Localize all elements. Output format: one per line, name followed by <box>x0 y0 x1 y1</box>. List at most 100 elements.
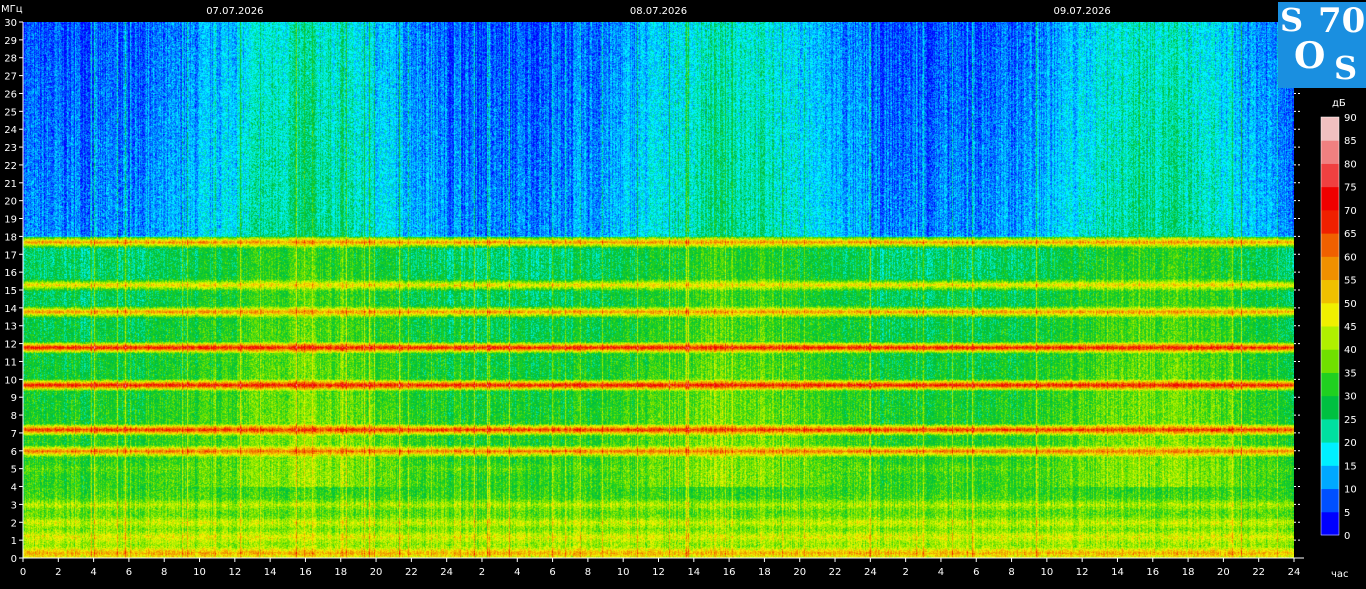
spectrogram-chart: 0123456789101112131415161718192021222324… <box>1 4 1357 580</box>
date-label: 09.07.2026 <box>1054 6 1111 17</box>
colorbar-tick-label: 20 <box>1344 438 1357 449</box>
y-tick-label: 26 <box>4 89 17 100</box>
date-label: 07.07.2026 <box>206 6 263 17</box>
colorbar-tick-label: 15 <box>1344 461 1357 472</box>
y-tick-label: 4 <box>11 483 17 494</box>
y-tick-label: 6 <box>11 447 17 458</box>
logo-letter-s: S <box>1280 1 1304 39</box>
x-tick-label: 24 <box>440 567 453 578</box>
x-tick-label: 8 <box>161 567 167 578</box>
colorbar-tick-label: 30 <box>1344 392 1357 403</box>
x-tick-label: 16 <box>1146 567 1159 578</box>
colorbar-swatch <box>1321 442 1339 466</box>
x-tick-label: 20 <box>1217 567 1230 578</box>
colorbar-swatch <box>1321 279 1339 304</box>
y-tick-label: 21 <box>4 179 17 190</box>
y-tick-label: 25 <box>4 107 17 118</box>
x-axis: 0 2 4 6 8 10 12 14 16 18 20 22 24 2 4 6 8 10 12 14 16 18 20 22 2… <box>20 557 1304 578</box>
colorbar-tick-label: 5 <box>1344 508 1350 519</box>
x-tick-label: 10 <box>193 567 206 578</box>
y-tick-label: 20 <box>4 197 17 208</box>
colorbar-tick-label: 10 <box>1344 485 1357 496</box>
colorbar-tick-label: 90 <box>1344 113 1357 124</box>
y-tick-label: 24 <box>4 125 17 136</box>
colorbar-label: дБ <box>1332 98 1346 109</box>
x-tick-label: 2 <box>479 567 485 578</box>
x-tick-label: 12 <box>228 567 241 578</box>
colorbar-swatch <box>1321 233 1339 257</box>
x-tick-label: 14 <box>264 567 277 578</box>
x-tick-label: 22 <box>829 567 842 578</box>
colorbar-tick-label: 0 <box>1344 531 1350 542</box>
colorbar-tick-label: 60 <box>1344 252 1357 263</box>
colorbar-swatch <box>1321 140 1339 164</box>
y-tick-label: 16 <box>4 268 17 279</box>
y-tick-label: 14 <box>4 304 17 315</box>
y-tick-label: 3 <box>11 500 17 511</box>
x-tick-label: 6 <box>126 567 132 578</box>
y-tick-label: 2 <box>11 518 17 529</box>
colorbar-swatch <box>1321 349 1339 373</box>
date-labels: 07.07.2026 08.07.2026 09.07.2026 <box>206 6 1111 17</box>
y-tick-label: 9 <box>11 393 17 404</box>
colorbar-swatch <box>1321 302 1339 327</box>
colorbar-tick-label: 40 <box>1344 345 1357 356</box>
x-axis-label: час <box>1331 569 1349 580</box>
logo-letter-s2: S <box>1334 49 1358 87</box>
colorbar-tick-label: 50 <box>1344 299 1357 310</box>
x-tick-label: 16 <box>299 567 312 578</box>
colorbar-swatch <box>1321 186 1339 211</box>
x-tick-label: 20 <box>370 567 383 578</box>
colorbar-tick-label: 70 <box>1344 206 1357 217</box>
y-tick-label: 29 <box>4 36 17 47</box>
colorbar-swatch <box>1321 511 1339 536</box>
colorbar-swatch <box>1321 395 1339 420</box>
spectrogram-heatmap <box>23 22 1294 558</box>
x-tick-label: 10 <box>617 567 630 578</box>
colorbar: 0 5 10 15 20 25 30 35 40 45 50 55 60 65 70 75 80 85 90 <box>1320 113 1357 542</box>
x-tick-label: 14 <box>687 567 700 578</box>
colorbar-swatch <box>1321 372 1339 397</box>
y-tick-label: 18 <box>4 232 17 243</box>
colorbar-tick-label: 35 <box>1344 368 1357 379</box>
x-tick-label: 0 <box>20 567 26 578</box>
y-tick-label: 12 <box>4 340 17 351</box>
colorbar-tick-label: 65 <box>1344 229 1357 240</box>
y-tick-label: 17 <box>4 250 17 261</box>
y-tick-label: 8 <box>11 411 17 422</box>
colorbar-swatch <box>1321 326 1339 350</box>
x-tick-label: 4 <box>90 567 96 578</box>
x-tick-label: 14 <box>1111 567 1124 578</box>
colorbar-swatch <box>1321 256 1339 281</box>
colorbar-tick-label: 85 <box>1344 136 1357 147</box>
x-tick-label: 12 <box>652 567 665 578</box>
colorbar-swatch <box>1321 209 1339 234</box>
y-axis-label: МГц <box>1 4 23 15</box>
logo-letter-o: O <box>1294 35 1326 77</box>
y-tick-label: 23 <box>4 143 17 154</box>
x-tick-label: 24 <box>864 567 877 578</box>
logo-number: 70 <box>1318 1 1366 41</box>
x-tick-label: 20 <box>793 567 806 578</box>
y-tick-label: 30 <box>4 18 17 29</box>
x-tick-label: 2 <box>55 567 61 578</box>
x-tick-label: 18 <box>1182 567 1195 578</box>
x-tick-label: 24 <box>1288 567 1301 578</box>
colorbar-swatch <box>1321 418 1339 443</box>
y-tick-label: 5 <box>11 465 17 476</box>
y-tick-label: 0 <box>11 554 17 565</box>
colorbar-tick-label: 45 <box>1344 322 1357 333</box>
x-tick-label: 22 <box>1252 567 1265 578</box>
colorbar-tick-label: 25 <box>1344 415 1357 426</box>
y-tick-label: 27 <box>4 72 17 83</box>
y-tick-label: 7 <box>11 429 17 440</box>
x-tick-label: 16 <box>723 567 736 578</box>
x-tick-label: 2 <box>902 567 908 578</box>
sos70-logo: S 70 O S <box>1278 2 1366 88</box>
y-tick-label: 19 <box>4 215 17 226</box>
colorbar-swatch <box>1321 465 1339 490</box>
x-tick-label: 10 <box>1040 567 1053 578</box>
x-tick-label: 4 <box>938 567 944 578</box>
x-tick-label: 8 <box>1008 567 1014 578</box>
x-tick-label: 12 <box>1076 567 1089 578</box>
